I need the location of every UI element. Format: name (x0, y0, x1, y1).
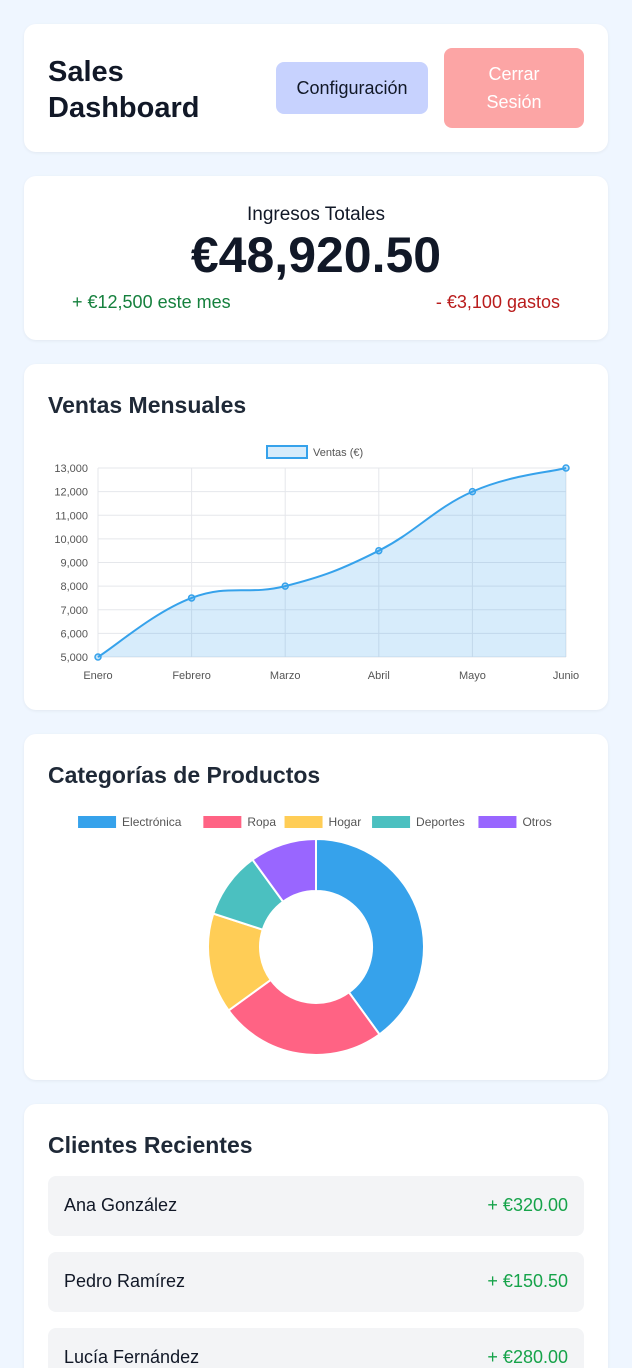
y-tick-label: 11,000 (55, 510, 88, 522)
y-tick-label: 13,000 (54, 463, 88, 475)
x-tick-label: Abril (368, 670, 390, 682)
x-tick-label: Junio (553, 670, 579, 682)
revenue-label: Ingresos Totales (246, 204, 385, 225)
logout-button[interactable]: Cerrar Sesión (444, 48, 584, 128)
monthly-sales-chart: 5,000 6,000 7,000 8,000 9,000 10,000 11,000 12,… (54, 445, 579, 682)
revenue-card: Ingresos Totales €48,920.50 + €12,500 es… (24, 176, 608, 340)
legend-swatch (284, 816, 323, 828)
client-name: Pedro Ramírez (64, 1271, 186, 1291)
monthly-sales-card: Ventas Mensuales 5,000 6,000 7,000 8,000 9,0… (24, 364, 608, 710)
revenue-expenses: - €3,100 gastos (435, 292, 560, 312)
categories-card: Categorías de Productos Electrónica Ropa H… (24, 734, 608, 1080)
revenue-income: + €12,500 este mes (72, 292, 231, 312)
x-tick-label: Febrero (172, 670, 211, 682)
legend-label: Deportes (416, 815, 465, 829)
header-card: Sales Dashboard Configuración Cerrar Ses… (24, 24, 608, 152)
y-tick-label: 9,000 (60, 558, 88, 570)
client-row[interactable]: Lucía Fernández + €280.00 (48, 1328, 584, 1368)
legend-swatch (478, 816, 517, 828)
client-amount: + €280.00 (487, 1347, 568, 1367)
x-tick-label: Enero (83, 670, 112, 682)
client-amount: + €320.00 (487, 1195, 568, 1215)
app-title: Sales Dashboard (48, 56, 200, 124)
categories-chart: Electrónica Ropa Hogar Deportes Otros (78, 815, 552, 1056)
data-point (187, 594, 196, 602)
data-point (281, 582, 289, 590)
legend-swatch (266, 445, 308, 459)
client-row[interactable]: Ana González + €320.00 (48, 1176, 584, 1236)
client-amount: + €150.50 (487, 1271, 568, 1291)
data-point (94, 653, 102, 661)
x-tick-label: Mayo (459, 670, 486, 682)
client-name: Lucía Fernández (64, 1347, 200, 1367)
legend-label: Ventas (€) (313, 447, 363, 459)
recent-clients-card: Clientes Recientes Ana González + €320.0… (24, 1104, 608, 1368)
data-point (562, 464, 570, 472)
settings-button[interactable]: Configuración (276, 62, 428, 114)
x-tick-label: Marzo (270, 670, 301, 682)
revenue-total: €48,920.50 (190, 227, 442, 283)
y-tick-label: 7,000 (60, 605, 88, 617)
client-name: Ana González (64, 1195, 178, 1215)
legend-swatch (78, 816, 117, 828)
legend-swatch (372, 816, 411, 828)
y-tick-label: 10,000 (54, 534, 88, 546)
legend-label: Hogar (329, 815, 362, 829)
data-point (375, 546, 383, 555)
y-tick-label: 6,000 (60, 628, 88, 640)
data-point (468, 487, 477, 496)
y-tick-label: 5,000 (60, 652, 88, 664)
legend-label: Otros (522, 815, 551, 829)
recent-clients-title: Clientes Recientes (48, 1132, 253, 1158)
y-tick-label: 8,000 (60, 581, 88, 593)
client-row[interactable]: Pedro Ramírez + €150.50 (48, 1252, 584, 1312)
legend-label: Ropa (247, 815, 276, 829)
legend-label: Electrónica (122, 815, 182, 829)
y-tick-label: 12,000 (54, 487, 88, 499)
legend-swatch (203, 816, 242, 828)
